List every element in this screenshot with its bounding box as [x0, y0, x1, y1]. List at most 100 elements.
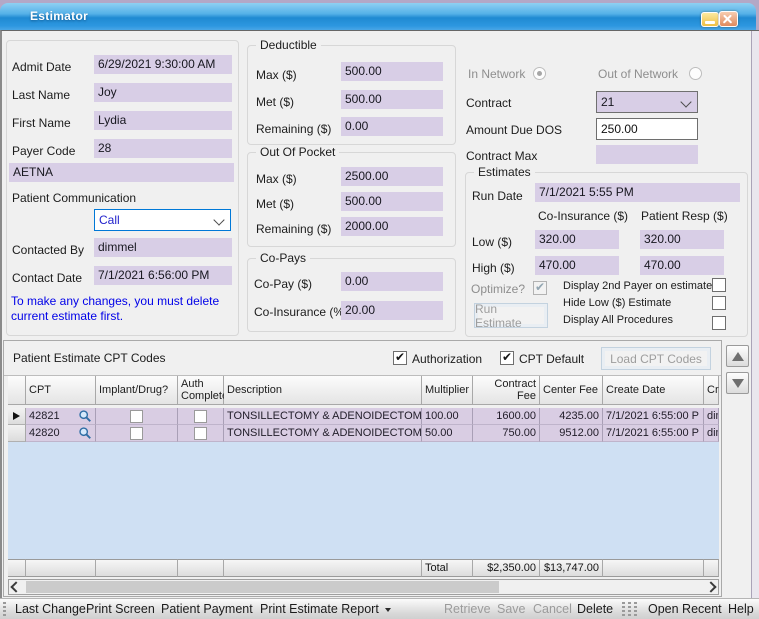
deductible-met-field: 500.00 — [341, 90, 443, 109]
authorization-label: Authorization — [412, 352, 482, 366]
display-2nd-payer-checkbox[interactable] — [712, 278, 726, 292]
toolbar-patient-payment[interactable]: Patient Payment — [161, 599, 253, 619]
scroll-down-button[interactable] — [726, 372, 749, 394]
description-cell[interactable]: TONSILLECTOMY & ADENOIDECTOM — [224, 408, 422, 425]
col-header-auth-complete[interactable]: Auth Complete — [178, 376, 224, 405]
deductible-max-field: 500.00 — [341, 62, 443, 81]
contact-date-field: 7/1/2021 6:56:00 PM — [94, 266, 232, 285]
toolbar-print-estimate-report[interactable]: Print Estimate Report — [260, 599, 391, 619]
magnifier-icon[interactable] — [78, 426, 92, 440]
implant-drug-cell[interactable] — [96, 425, 178, 442]
create-date-cell[interactable]: 7/1/2021 6:55:00 P — [603, 425, 704, 442]
implant-drug-checkbox[interactable] — [130, 410, 143, 423]
auth-complete-checkbox[interactable] — [194, 427, 207, 440]
scroll-left-button[interactable] — [9, 581, 23, 593]
patient-communication-value: Call — [99, 213, 120, 227]
center-fee-cell[interactable]: 9512.00 — [540, 425, 603, 442]
admit-date-label: Admit Date — [12, 60, 71, 74]
run-estimate-button: Run Estimate — [474, 303, 548, 328]
contract-combo[interactable]: 21 — [596, 91, 698, 113]
row-selector[interactable] — [8, 408, 26, 425]
auth-complete-cell[interactable] — [178, 425, 224, 442]
chevron-down-icon — [213, 214, 224, 225]
co-pays-group: Co-Pays — [247, 258, 456, 332]
toolbar-separator-grip — [622, 602, 625, 616]
toolbar-grip — [3, 602, 6, 616]
implant-drug-cell[interactable] — [96, 408, 178, 425]
horizontal-scrollbar[interactable] — [8, 579, 719, 595]
toolbar-separator-grip — [634, 602, 637, 616]
out-of-network-radio[interactable] — [689, 67, 702, 80]
payer-code-field: 28 — [94, 139, 232, 158]
col-header-implant-drug[interactable]: Implant/Drug? — [96, 376, 178, 405]
patient-communication-combo[interactable]: Call — [94, 209, 231, 231]
low-label: Low ($) — [472, 235, 512, 249]
toolbar-delete[interactable]: Delete — [577, 599, 613, 619]
display-all-procedures-checkbox[interactable] — [712, 316, 726, 330]
col-header-description[interactable]: Description — [224, 376, 422, 405]
created-by-cell[interactable]: dim — [704, 425, 719, 442]
auth-complete-checkbox[interactable] — [194, 410, 207, 423]
contacted-by-field: dimmel — [94, 238, 232, 257]
minimize-button[interactable] — [701, 12, 719, 27]
in-network-radio[interactable] — [533, 67, 546, 80]
cpt-cell[interactable]: 42820 — [26, 425, 96, 442]
estimates-title: Estimates — [474, 165, 535, 179]
cpt-default-label: CPT Default — [519, 352, 584, 366]
contract-fee-cell[interactable]: 750.00 — [473, 425, 540, 442]
description-cell[interactable]: TONSILLECTOMY & ADENOIDECTOM — [224, 425, 422, 442]
created-by-cell[interactable]: dim — [704, 408, 719, 425]
right-edge-strip — [751, 31, 759, 599]
toolbar-open-recent[interactable]: Open Recent — [648, 599, 722, 619]
toolbar-retrieve: Retrieve — [444, 599, 491, 619]
col-header-cpt[interactable]: CPT — [26, 376, 96, 405]
titlebar[interactable]: Estimator — [0, 3, 756, 31]
col-header-contract-fee[interactable]: Contract Fee — [473, 376, 540, 405]
scrollbar-thumb[interactable] — [26, 581, 499, 593]
cpt-default-checkbox[interactable] — [500, 351, 514, 365]
deductible-remaining-field: 0.00 — [341, 117, 443, 136]
implant-drug-checkbox[interactable] — [130, 427, 143, 440]
toolbar-help[interactable]: Help — [728, 599, 754, 619]
dropdown-arrow-icon — [385, 608, 391, 612]
multiplier-cell[interactable]: 50.00 — [422, 425, 473, 442]
magnifier-icon[interactable] — [78, 409, 92, 423]
amount-due-dos-input[interactable]: 250.00 — [596, 118, 698, 140]
table-row[interactable]: 42821 TONSILLECTOMY & ADENOIDECTOM 100.0… — [8, 408, 719, 425]
toolbar-cancel: Cancel — [533, 599, 572, 619]
triangle-up-icon — [732, 352, 744, 361]
row-selector[interactable] — [8, 425, 26, 442]
scroll-right-button[interactable] — [704, 581, 718, 593]
toolbar-last-change[interactable]: Last Change — [15, 599, 86, 619]
col-header-cr[interactable]: Cr — [704, 376, 719, 405]
scroll-up-button[interactable] — [726, 345, 749, 367]
oop-max-field: 2500.00 — [341, 167, 443, 186]
authorization-checkbox[interactable] — [393, 351, 407, 365]
first-name-field: Lydia — [94, 111, 232, 130]
run-date-label: Run Date — [472, 189, 523, 203]
co-insurance-field: 20.00 — [341, 301, 443, 320]
oop-remaining-label: Remaining ($) — [256, 222, 331, 236]
table-row[interactable]: 42820 TONSILLECTOMY & ADENOIDECTOM 50.00… — [8, 425, 719, 442]
deductible-title: Deductible — [256, 38, 321, 52]
cpt-cell[interactable]: 42821 — [26, 408, 96, 425]
deductible-max-label: Max ($) — [256, 68, 297, 82]
payer-code-label: Payer Code — [12, 144, 75, 158]
current-row-icon — [13, 412, 20, 420]
contract-fee-cell[interactable]: 1600.00 — [473, 408, 540, 425]
toolbar-print-screen[interactable]: Print Screen — [86, 599, 155, 619]
auth-complete-cell[interactable] — [178, 408, 224, 425]
chevron-down-icon — [680, 96, 691, 107]
hide-low-estimate-checkbox[interactable] — [712, 296, 726, 310]
col-header-multiplier[interactable]: Multiplier — [422, 376, 473, 405]
create-date-cell[interactable]: 7/1/2021 6:55:00 P — [603, 408, 704, 425]
total-label: Total — [422, 559, 473, 577]
contract-label: Contract — [466, 96, 511, 110]
center-fee-cell[interactable]: 4235.00 — [540, 408, 603, 425]
close-button[interactable] — [719, 11, 738, 27]
col-header-create-date[interactable]: Create Date — [603, 376, 704, 405]
out-of-pocket-title: Out Of Pocket — [256, 145, 339, 159]
multiplier-cell[interactable]: 100.00 — [422, 408, 473, 425]
col-header-center-fee[interactable]: Center Fee — [540, 376, 603, 405]
contacted-by-label: Contacted By — [12, 243, 84, 257]
